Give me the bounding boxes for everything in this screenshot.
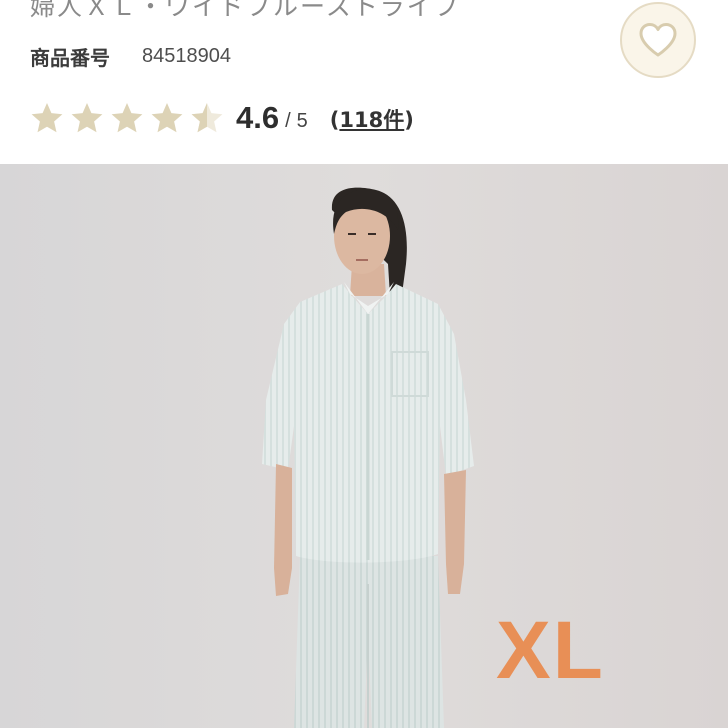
review-close-paren: ) xyxy=(404,108,414,132)
product-code-value: 84518904 xyxy=(142,44,231,67)
favorite-button[interactable] xyxy=(620,2,696,78)
star-icon xyxy=(111,103,143,133)
product-photo: XL xyxy=(0,164,728,728)
product-header: 婦人ＸＬ・ワイドブルーストライプ 商品番号 84518904 4.6 / 5 (… xyxy=(0,0,728,162)
heart-icon xyxy=(639,23,677,57)
rating-score: 4.6 xyxy=(236,100,280,135)
star-icon xyxy=(71,103,103,133)
star-icon xyxy=(31,103,63,133)
review-open-paren: ( xyxy=(329,108,340,132)
product-page: 婦人ＸＬ・ワイドブルーストライプ 商品番号 84518904 4.6 / 5 (… xyxy=(0,0,728,728)
product-title: 婦人ＸＬ・ワイドブルーストライプ xyxy=(30,0,461,21)
size-tag: XL xyxy=(496,605,605,696)
rating-separator: / xyxy=(285,109,291,132)
product-code-row: 商品番号 84518904 xyxy=(30,40,231,72)
review-count-link[interactable]: (118件) xyxy=(330,104,414,134)
model-illustration xyxy=(0,164,728,728)
star-icon xyxy=(151,103,183,133)
review-count: 118件 xyxy=(339,108,405,132)
rating-row: 4.6 / 5 (118件) xyxy=(30,96,414,140)
product-code-label: 商品番号 xyxy=(30,45,110,70)
rating-max: 5 xyxy=(296,109,308,132)
rating-stars xyxy=(30,101,230,135)
half-star-icon xyxy=(191,103,223,133)
